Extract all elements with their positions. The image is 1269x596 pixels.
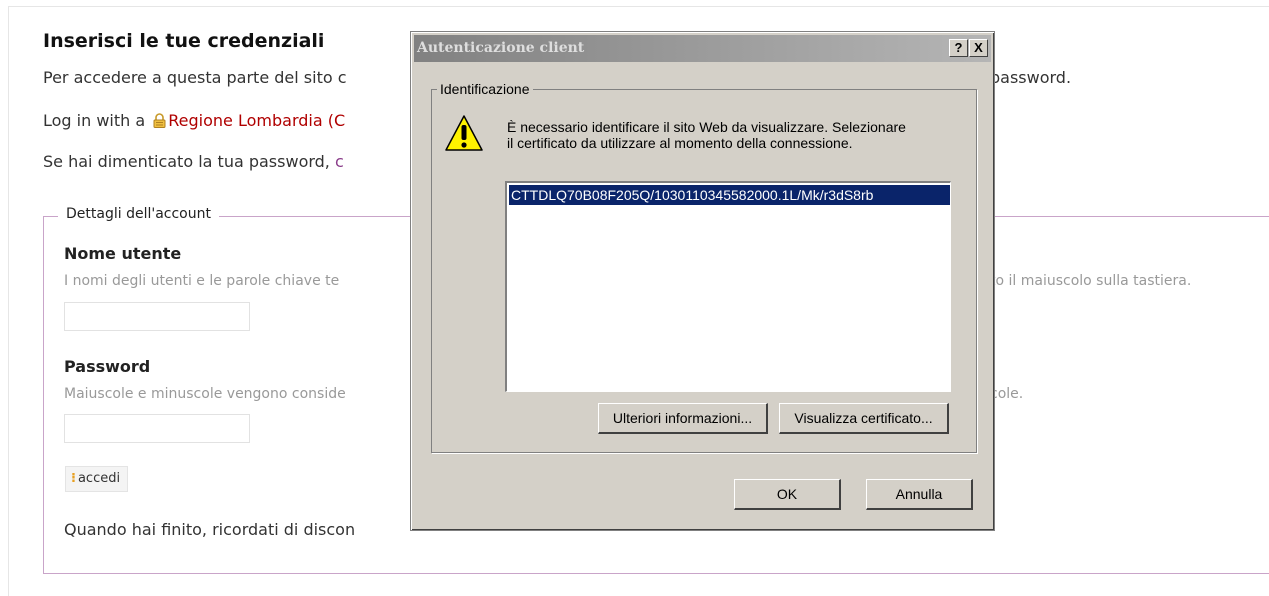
- cancel-button[interactable]: Annulla: [866, 479, 973, 510]
- forgot-password-prefix: Se hai dimenticato la tua password,: [43, 152, 335, 171]
- ok-button[interactable]: OK: [734, 479, 841, 510]
- page-title: Inserisci le tue credenziali: [43, 30, 325, 52]
- password-input[interactable]: [64, 414, 250, 443]
- login-with-line: Log in with a Regione Lombardia (C: [43, 111, 345, 130]
- login-button[interactable]: ⁝ accedi: [65, 466, 129, 492]
- intro-text-tail: password.: [990, 68, 1072, 87]
- password-help-text: Maiuscole e minuscole vengono conside: [64, 386, 346, 402]
- warning-icon: [444, 114, 484, 154]
- username-help-text-tail: to il maiuscolo sulla tastiera.: [990, 273, 1192, 289]
- login-with-prefix: Log in with a: [43, 111, 151, 130]
- dialog-titlebar[interactable]: Autenticazione client ? X: [414, 35, 991, 62]
- help-button[interactable]: ?: [949, 39, 968, 57]
- identification-group-label: Identificazione: [437, 81, 533, 97]
- login-button-label: accedi: [77, 471, 121, 486]
- client-authentication-dialog: Autenticazione client ? X Identificazion…: [410, 31, 995, 531]
- username-input[interactable]: [64, 302, 250, 331]
- certificate-list-item[interactable]: CTTDLQ70B08F205Q/1030110345582000.1L/Mk/…: [509, 185, 950, 205]
- username-label: Nome utente: [64, 244, 182, 263]
- more-info-button[interactable]: Ulteriori informazioni...: [598, 403, 768, 434]
- account-details-legend: Dettagli dell'account: [58, 206, 219, 222]
- password-label: Password: [64, 357, 151, 376]
- username-help-text: I nomi degli utenti e le parole chiave t…: [64, 273, 340, 289]
- close-button[interactable]: X: [969, 39, 988, 57]
- dialog-message: È necessario identificare il sito Web da…: [507, 119, 906, 151]
- button-bullet-icon: ⁝: [71, 471, 76, 486]
- intro-text: Per accedere a questa parte del sito c: [43, 68, 347, 87]
- forgot-password-line: Se hai dimenticato la tua password, c: [43, 152, 344, 171]
- logout-reminder-text: Quando hai finito, ricordati di discon: [64, 520, 356, 539]
- forgot-password-link[interactable]: c: [335, 152, 344, 171]
- dialog-title: Autenticazione client: [417, 40, 585, 56]
- certificate-list[interactable]: CTTDLQ70B08F205Q/1030110345582000.1L/Mk/…: [505, 181, 951, 392]
- lock-icon: [153, 113, 166, 128]
- view-certificate-button[interactable]: Visualizza certificato...: [779, 403, 949, 434]
- regione-lombardia-login-link[interactable]: Regione Lombardia (C: [168, 111, 345, 130]
